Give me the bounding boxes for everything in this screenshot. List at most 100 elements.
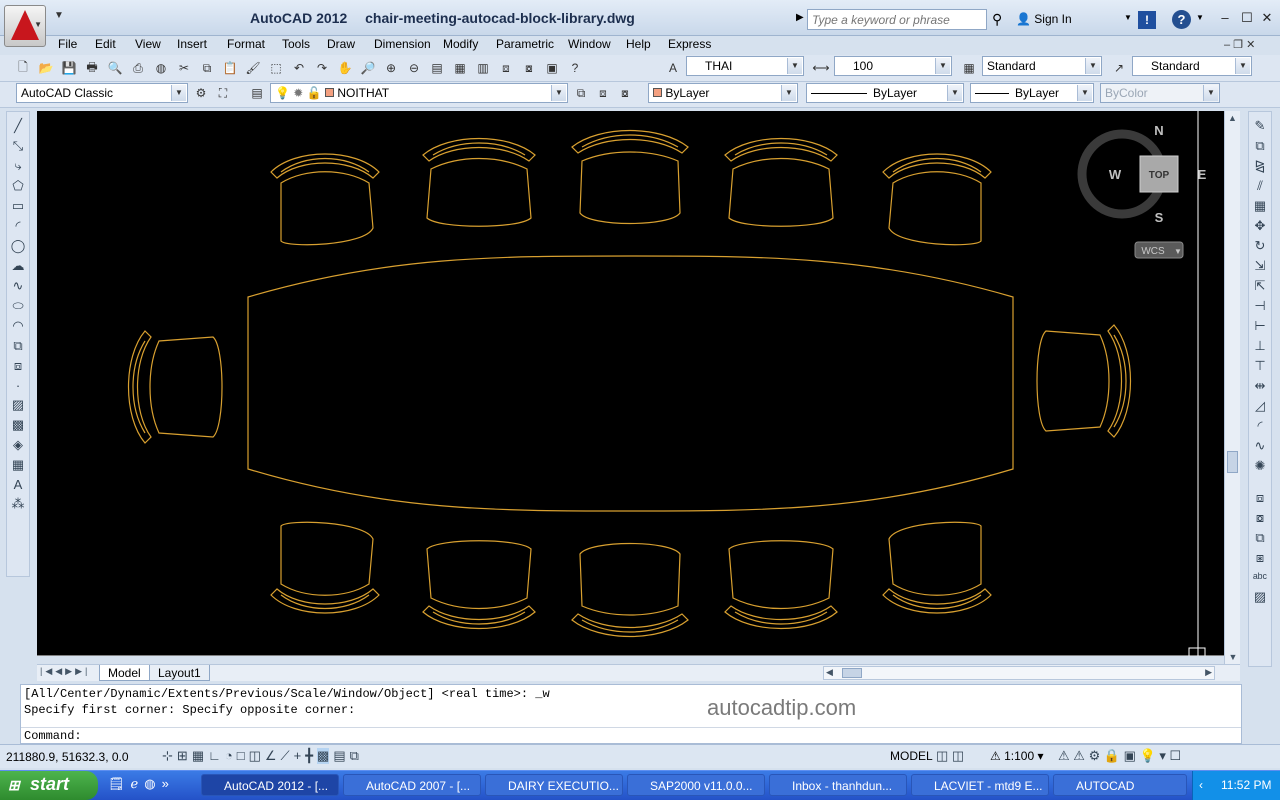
- point-icon[interactable]: ·: [16, 378, 20, 393]
- paste-icon[interactable]: 📋: [221, 59, 239, 77]
- layer-states-icon[interactable]: ⧇: [616, 84, 634, 102]
- command-window[interactable]: [All/Center/Dynamic/Extents/Previous/Sca…: [20, 684, 1242, 744]
- quick-properties-icon[interactable]: ▤: [333, 748, 345, 764]
- zoom-realtime-icon[interactable]: 🔎: [359, 59, 377, 77]
- preview-icon[interactable]: 🔍: [106, 59, 124, 77]
- viewcube-north-label[interactable]: N: [1154, 123, 1163, 138]
- zoom-window-icon[interactable]: ⊕: [382, 59, 400, 77]
- redo-icon[interactable]: ↷: [313, 59, 331, 77]
- scroll-right-icon[interactable]: ▶: [1205, 667, 1212, 678]
- selection-cycling-icon[interactable]: ⧉: [350, 748, 359, 764]
- clean-screen-icon[interactable]: ⛶: [214, 84, 232, 102]
- object-snap-icon[interactable]: □: [237, 748, 245, 764]
- new-icon[interactable]: 🗋: [14, 59, 32, 77]
- line-icon[interactable]: ╱: [14, 118, 22, 134]
- offset-icon[interactable]: ⫽: [1257, 178, 1263, 194]
- layer-previous-icon[interactable]: ⧈: [594, 84, 612, 102]
- layer-properties-icon[interactable]: ▤: [248, 84, 266, 102]
- text-style-icon[interactable]: A: [664, 59, 682, 77]
- draworder-back-icon[interactable]: ⧇: [1256, 510, 1264, 526]
- isolate-objects-icon[interactable]: 💡: [1140, 748, 1156, 763]
- make-block-icon[interactable]: ⧈: [14, 358, 22, 374]
- cut-icon[interactable]: ✂: [175, 59, 193, 77]
- fillet-icon[interactable]: ◜: [1257, 418, 1262, 434]
- transparency-icon[interactable]: ▩: [317, 748, 330, 764]
- menu-edit[interactable]: Edit: [95, 37, 116, 51]
- task-dairy-execution[interactable]: DAIRY EXECUTIO...: [485, 774, 623, 796]
- dynamic-ucs-icon[interactable]: ⟋: [281, 748, 290, 764]
- menu-help[interactable]: Help: [626, 37, 651, 51]
- lock-icon[interactable]: 🔒: [1104, 748, 1120, 763]
- copy-object-icon[interactable]: ⧉: [1255, 138, 1264, 154]
- chair-bottom-5[interactable]: [882, 521, 992, 614]
- chair-top-2[interactable]: [422, 137, 536, 227]
- tool-palettes-icon[interactable]: ▥: [474, 59, 492, 77]
- viewcube-south-label[interactable]: S: [1155, 210, 1164, 225]
- scale-icon[interactable]: ⇲: [1255, 258, 1266, 274]
- erase-icon[interactable]: ✎: [1255, 118, 1266, 134]
- multileader-style-icon[interactable]: ↗: [1110, 59, 1128, 77]
- lineweight-combo[interactable]: ByLayer ▼: [970, 83, 1094, 103]
- chair-top-5[interactable]: [882, 153, 992, 246]
- hscroll-thumb[interactable]: [842, 668, 862, 678]
- wcs-label[interactable]: WCS: [1141, 246, 1165, 257]
- binoculars-icon[interactable]: ⚲: [992, 11, 1002, 28]
- close-button[interactable]: ✕: [1258, 10, 1276, 26]
- join-icon[interactable]: ⇹: [1255, 378, 1266, 394]
- notepad-icon[interactable]: 🗒: [108, 776, 125, 792]
- status-menu-icon[interactable]: ▾: [1159, 748, 1166, 763]
- open-icon[interactable]: 📂: [37, 59, 55, 77]
- break-at-point-icon[interactable]: ⊥: [1254, 338, 1265, 354]
- insert-block-icon[interactable]: ⧉: [13, 338, 22, 354]
- chair-bottom-3[interactable]: [571, 542, 689, 638]
- sign-in-button[interactable]: 👤 Sign In: [1016, 12, 1072, 26]
- model-space-button[interactable]: MODEL: [890, 749, 933, 763]
- doc-window-controls[interactable]: – ❐ ✕: [1224, 38, 1255, 51]
- hardware-acceleration-icon[interactable]: ▣: [1124, 748, 1136, 763]
- chevron-down-icon[interactable]: ▼: [1174, 247, 1182, 256]
- help-button[interactable]: ?: [1172, 10, 1191, 29]
- move-icon[interactable]: ✥: [1255, 218, 1266, 234]
- dim-style-combo[interactable]: Standard ▼: [982, 56, 1102, 76]
- ellipse-arc-icon[interactable]: ◠: [12, 318, 23, 334]
- scroll-down-icon[interactable]: ▼: [1225, 652, 1241, 662]
- draworder-front-icon[interactable]: ⧈: [1256, 490, 1264, 506]
- construction-line-icon[interactable]: ⤡: [13, 138, 23, 154]
- pan-icon[interactable]: ✋: [336, 59, 354, 77]
- ellipse-icon[interactable]: ⬭: [12, 298, 23, 314]
- chair-bottom-1[interactable]: [270, 521, 380, 614]
- chair-top-4[interactable]: [724, 137, 838, 227]
- meeting-table[interactable]: [247, 255, 1014, 512]
- task-autocad-2012[interactable]: AutoCAD 2012 - [...: [201, 774, 339, 796]
- ie-icon[interactable]: ℯ: [131, 776, 139, 792]
- chair-right[interactable]: [1036, 324, 1132, 438]
- vertical-scrollbar[interactable]: ▲ ▼: [1224, 111, 1240, 664]
- polygon-icon[interactable]: ⬠: [12, 178, 23, 194]
- command-prompt[interactable]: Command:: [24, 729, 82, 743]
- design-center-icon[interactable]: ▦: [451, 59, 469, 77]
- chair-bottom-4[interactable]: [724, 540, 838, 630]
- properties-icon[interactable]: ▤: [428, 59, 446, 77]
- menu-tools[interactable]: Tools: [282, 37, 310, 51]
- 3d-object-snap-icon[interactable]: ◫: [249, 748, 261, 764]
- text-front-icon[interactable]: ᵃᵇᶜ: [1253, 570, 1267, 585]
- application-menu-button[interactable]: ▼: [4, 5, 46, 47]
- color-combo[interactable]: ByLayer ▼: [648, 83, 798, 103]
- text-height-combo[interactable]: 100 ▼: [834, 56, 952, 76]
- annotation-scale[interactable]: ⚠ 1:100 ▾: [990, 749, 1043, 763]
- menu-format[interactable]: Format: [227, 37, 265, 51]
- publish-icon[interactable]: ⎙: [129, 59, 147, 77]
- arc-icon[interactable]: ◜: [15, 218, 20, 234]
- hatch-back-icon[interactable]: ▨: [1254, 589, 1266, 605]
- object-snap-tracking-icon[interactable]: ∠: [265, 748, 277, 764]
- trim-icon[interactable]: ⊣: [1254, 298, 1265, 314]
- scroll-up-icon[interactable]: ▲: [1225, 111, 1240, 123]
- explode-icon[interactable]: ✺: [1255, 458, 1266, 474]
- spline-icon[interactable]: ∿: [13, 278, 24, 294]
- minimize-button[interactable]: –: [1216, 10, 1234, 25]
- array-icon[interactable]: ▦: [1254, 198, 1266, 214]
- 3d-dwf-icon[interactable]: ◍: [152, 59, 170, 77]
- viewcube-west-label[interactable]: W: [1109, 167, 1122, 182]
- menu-parametric[interactable]: Parametric: [496, 37, 554, 51]
- zoom-previous-icon[interactable]: ⊖: [405, 59, 423, 77]
